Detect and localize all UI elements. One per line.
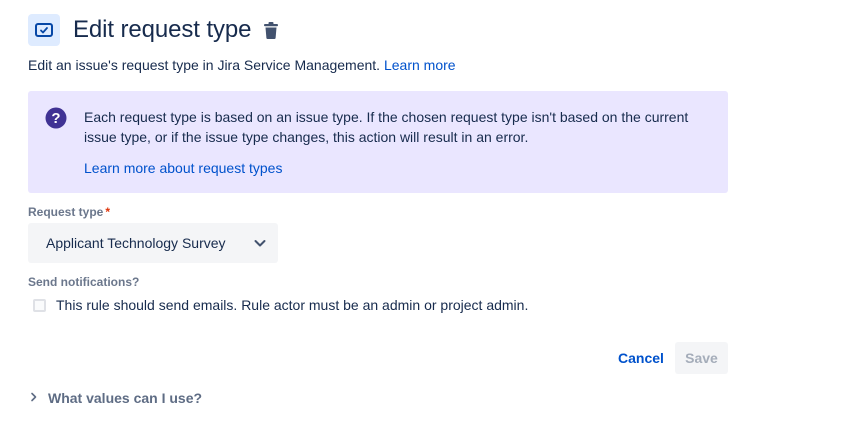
- values-help-label: What values can I use?: [48, 390, 203, 406]
- page-description: Edit an issue's request type in Jira Ser…: [28, 57, 456, 73]
- request-type-select[interactable]: Applicant Technology Survey: [28, 223, 278, 263]
- info-panel: ? Each request type is based on an issue…: [28, 91, 728, 193]
- send-notifications-checkbox-label[interactable]: This rule should send emails. Rule actor…: [56, 297, 528, 313]
- send-notifications-label: Send notifications?: [28, 275, 140, 289]
- description-text: Edit an issue's request type in Jira Ser…: [28, 57, 381, 73]
- values-help-expander[interactable]: What values can I use?: [30, 388, 202, 408]
- request-type-label: Request type *: [28, 205, 110, 219]
- trash-icon[interactable]: [264, 21, 279, 39]
- page-header: Edit request type: [28, 13, 279, 47]
- chevron-down-icon: [252, 235, 268, 256]
- svg-text:?: ?: [51, 110, 60, 127]
- request-types-learn-more-link[interactable]: Learn more about request types: [84, 158, 282, 178]
- send-notifications-checkbox[interactable]: [33, 298, 46, 312]
- save-button[interactable]: Save: [675, 342, 728, 374]
- send-notifications-option: This rule should send emails. Rule actor…: [33, 297, 528, 313]
- request-type-icon: [28, 14, 60, 46]
- chevron-right-icon: [30, 389, 38, 407]
- learn-more-link[interactable]: Learn more: [384, 57, 456, 73]
- request-type-value: Applicant Technology Survey: [46, 235, 226, 251]
- info-panel-text: Each request type is based on an issue t…: [84, 109, 689, 145]
- request-type-label-text: Request type: [28, 205, 104, 219]
- question-circle-icon: ?: [45, 107, 67, 134]
- required-marker: *: [105, 205, 111, 219]
- page-title: Edit request type: [73, 16, 252, 43]
- cancel-button[interactable]: Cancel: [608, 342, 674, 374]
